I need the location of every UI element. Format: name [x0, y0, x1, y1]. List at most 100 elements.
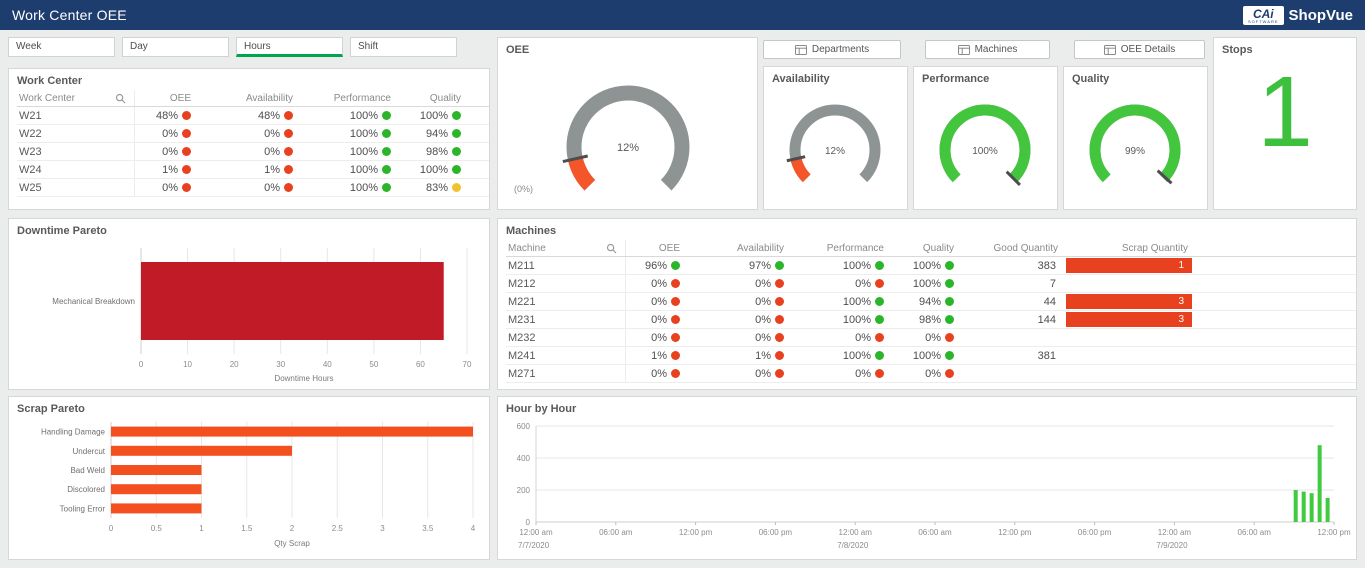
machines-icon	[958, 45, 970, 55]
bar-undercut[interactable]	[111, 446, 292, 456]
metric-cell: 0%	[686, 311, 790, 328]
stops-value: 1	[1214, 65, 1356, 160]
column-header-scrap-quantity[interactable]: Scrap Quantity	[1064, 240, 1194, 256]
column-header-work-center[interactable]: Work Center	[17, 90, 135, 106]
status-dot-red	[671, 333, 680, 342]
scrap-quantity-bar[interactable]: 3	[1066, 294, 1192, 309]
search-icon[interactable]	[115, 93, 126, 104]
tab-day[interactable]: Day	[122, 37, 229, 57]
gauge-value-label: 100%	[972, 146, 998, 157]
table-row[interactable]: W250%0%100%83%	[17, 179, 489, 197]
row-label[interactable]: W21	[17, 107, 135, 124]
column-header-availability[interactable]: Availability	[197, 90, 299, 106]
machines-panel: Machines MachineOEEAvailabilityPerforman…	[497, 218, 1357, 390]
row-label[interactable]: M271	[506, 365, 626, 382]
cell-value: 100%	[913, 278, 941, 290]
status-dot-red	[671, 315, 680, 324]
metric-cell: 1%	[626, 347, 686, 364]
table-row[interactable]: W220%0%100%94%	[17, 125, 489, 143]
tab-shift[interactable]: Shift	[350, 37, 457, 57]
machines-button[interactable]: Machines	[925, 40, 1050, 59]
scrap-quantity-bar[interactable]: 3	[1066, 312, 1192, 327]
availability-panel-title: Availability	[764, 67, 907, 88]
column-header-label: Scrap Quantity	[1122, 243, 1188, 254]
table-row[interactable]: M21196%97%100%100%3831	[506, 257, 1356, 275]
column-header-oee[interactable]: OEE	[626, 240, 686, 256]
cell-value: 0%	[162, 182, 178, 194]
status-dot-red	[284, 147, 293, 156]
bar[interactable]	[1310, 493, 1314, 522]
column-header-good-quantity[interactable]: Good Quantity	[960, 240, 1064, 256]
column-header-quality[interactable]: Quality	[890, 240, 960, 256]
oee-details-button[interactable]: OEE Details	[1074, 40, 1205, 59]
bar-handling-damage[interactable]	[111, 427, 473, 437]
cai-logo-text: CAi	[1253, 8, 1274, 20]
column-header-oee[interactable]: OEE	[135, 90, 197, 106]
performance-gauge-container: 100%	[914, 88, 1057, 204]
metric-cell: 100%	[790, 293, 890, 310]
bar[interactable]	[1326, 498, 1330, 522]
bar-tooling-error[interactable]	[111, 503, 202, 513]
cell-value: 83%	[426, 182, 448, 194]
cell-value: 100%	[350, 128, 378, 140]
row-label[interactable]: M231	[506, 311, 626, 328]
bar-discolored[interactable]	[111, 484, 202, 494]
bar[interactable]	[1294, 490, 1298, 522]
row-label[interactable]: W25	[17, 179, 135, 196]
row-label[interactable]: M232	[506, 329, 626, 346]
scrap-quantity-cell	[1064, 365, 1194, 382]
oee-gauge-container: 12%	[498, 59, 757, 207]
bar-mechanical-breakdown[interactable]	[141, 262, 444, 340]
departments-button[interactable]: Departments	[763, 40, 901, 59]
cell-value: 0%	[264, 182, 280, 194]
column-header-label: Availability	[737, 243, 784, 254]
column-header-performance[interactable]: Performance	[299, 90, 397, 106]
table-row[interactable]: W230%0%100%98%	[17, 143, 489, 161]
status-dot-red	[875, 369, 884, 378]
column-header-label: Good Quantity	[994, 243, 1058, 254]
bar[interactable]	[1302, 492, 1306, 522]
date-label: 7/8/2020	[837, 541, 869, 550]
cell-value: 0%	[651, 368, 667, 380]
column-header-quality[interactable]: Quality	[397, 90, 467, 106]
cell-value: 94%	[426, 128, 448, 140]
x-tick-label: 12:00 pm	[1317, 528, 1351, 537]
quality-gauge-panel: Quality 99%	[1063, 66, 1208, 210]
status-dot-red	[775, 315, 784, 324]
table-row[interactable]: M2210%0%100%94%443	[506, 293, 1356, 311]
row-label[interactable]: M211	[506, 257, 626, 274]
table-row[interactable]: W2148%48%100%100%	[17, 107, 489, 125]
metric-cell: 1%	[197, 161, 299, 178]
cell-value: 1%	[162, 164, 178, 176]
row-label[interactable]: W23	[17, 143, 135, 160]
table-row[interactable]: W241%1%100%100%	[17, 161, 489, 179]
metric-cell: 0%	[790, 365, 890, 382]
table-row[interactable]: M2310%0%100%98%1443	[506, 311, 1356, 329]
status-dot-red	[775, 279, 784, 288]
gauge-value-arc	[945, 110, 1025, 178]
table-row[interactable]: M2710%0%0%0%	[506, 365, 1356, 383]
search-icon[interactable]	[606, 243, 617, 254]
row-label[interactable]: M212	[506, 275, 626, 292]
column-header-machine[interactable]: Machine	[506, 240, 626, 256]
performance-gauge-panel: Performance 100%	[913, 66, 1058, 210]
column-header-performance[interactable]: Performance	[790, 240, 890, 256]
table-row[interactable]: M2411%1%100%100%381	[506, 347, 1356, 365]
gauge-needle	[787, 157, 805, 161]
status-dot-red	[182, 129, 191, 138]
row-label[interactable]: M241	[506, 347, 626, 364]
tab-week[interactable]: Week	[8, 37, 115, 57]
hour-by-hour-panel: Hour by Hour 020040060012:00 am06:00 am1…	[497, 396, 1357, 560]
row-label[interactable]: W24	[17, 161, 135, 178]
status-dot-green	[452, 165, 461, 174]
bar-bad-weld[interactable]	[111, 465, 202, 475]
table-row[interactable]: M2120%0%0%100%7	[506, 275, 1356, 293]
bar[interactable]	[1318, 445, 1322, 522]
oee-panel-title: OEE	[498, 38, 757, 59]
table-row[interactable]: M2320%0%0%0%	[506, 329, 1356, 347]
scrap-quantity-bar[interactable]: 1	[1066, 258, 1192, 273]
row-label[interactable]: W22	[17, 125, 135, 142]
tab-hours[interactable]: Hours	[236, 37, 343, 57]
row-label[interactable]: M221	[506, 293, 626, 310]
column-header-availability[interactable]: Availability	[686, 240, 790, 256]
